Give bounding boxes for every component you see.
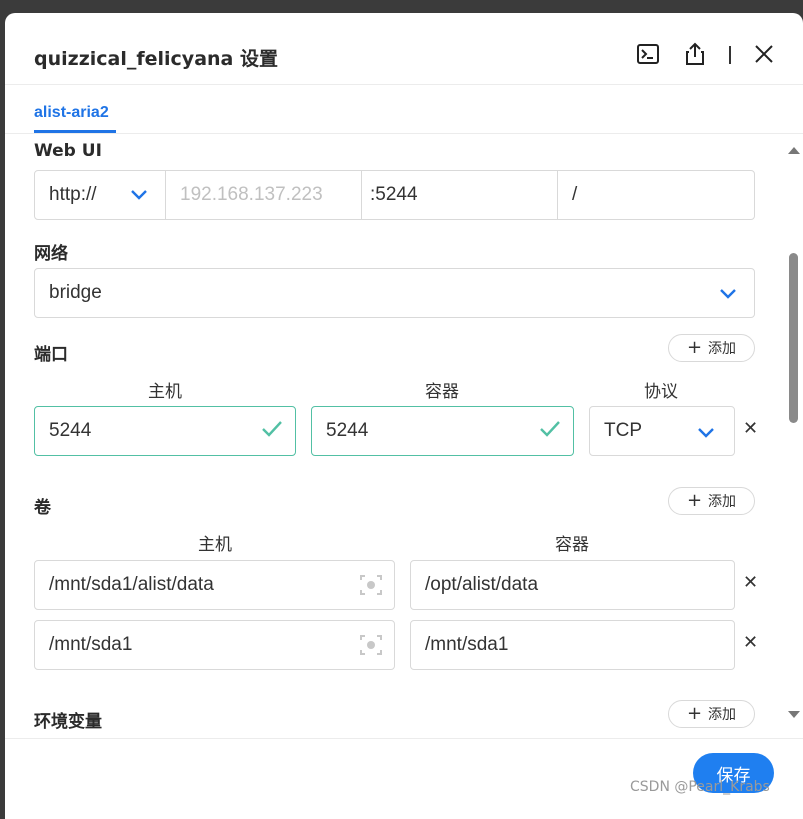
settings-content: Web UI http:// 192.168.137.223 :5244 / 网… — [5, 134, 803, 738]
scroll-up-icon[interactable] — [788, 146, 800, 154]
chevron-down-icon — [720, 289, 736, 299]
port-container-value: 5244 — [326, 420, 369, 441]
env-label: 环境变量 — [34, 712, 102, 732]
port-container-input[interactable]: 5244 — [311, 406, 574, 456]
host-input[interactable]: 192.168.137.223 — [166, 171, 362, 219]
network-label: 网络 — [34, 244, 68, 264]
volume-host-input[interactable]: /mnt/sda1/alist/data — [34, 560, 395, 610]
folder-picker-icon[interactable] — [359, 634, 383, 656]
scrollbar-thumb[interactable] — [789, 253, 798, 423]
share-icon[interactable] — [682, 41, 708, 67]
settings-dialog: quizzical_felicyana 设置 alist-aria2 Web U… — [5, 13, 803, 819]
add-env-label: 添加 — [708, 707, 737, 723]
protocol-value: http:// — [49, 184, 97, 205]
volume-host-value: /mnt/sda1/alist/data — [49, 574, 214, 595]
protocol-select[interactable]: http:// — [35, 171, 166, 219]
port-host-input[interactable]: 5244 — [34, 406, 296, 456]
volume-host-value: /mnt/sda1 — [49, 634, 133, 655]
port-container-header: 容器 — [425, 382, 459, 402]
watermark: CSDN @Pearl_Krabs — [630, 779, 770, 795]
volume-container-input[interactable]: /mnt/sda1 — [410, 620, 735, 670]
dialog-header: quizzical_felicyana 设置 — [5, 13, 803, 85]
tab-bar: alist-aria2 — [5, 85, 803, 134]
remove-volume-button[interactable]: ✕ — [743, 572, 758, 593]
plus-icon: + — [686, 337, 703, 358]
scroll-down-icon[interactable] — [788, 711, 800, 719]
network-select[interactable]: bridge — [34, 268, 755, 318]
add-port-label: 添加 — [708, 341, 737, 357]
path-input[interactable]: / — [558, 171, 754, 219]
chevron-down-icon — [698, 428, 714, 438]
add-volume-label: 添加 — [708, 494, 737, 510]
header-divider — [729, 46, 731, 64]
add-env-button[interactable]: + 添加 — [668, 700, 755, 728]
add-port-button[interactable]: + 添加 — [668, 334, 755, 362]
add-volume-button[interactable]: + 添加 — [668, 487, 755, 515]
network-value: bridge — [49, 282, 102, 303]
volume-host-header: 主机 — [198, 535, 232, 555]
host-placeholder: 192.168.137.223 — [180, 184, 323, 205]
port-protocol-select[interactable]: TCP — [589, 406, 735, 456]
ports-label: 端口 — [34, 345, 68, 365]
remove-port-button[interactable]: ✕ — [743, 418, 758, 439]
chevron-down-icon — [131, 190, 147, 200]
port-host-header: 主机 — [148, 382, 182, 402]
path-value: / — [572, 184, 578, 205]
tab-alist-aria2[interactable]: alist-aria2 — [34, 104, 109, 122]
volume-host-input[interactable]: /mnt/sda1 — [34, 620, 395, 670]
remove-volume-button[interactable]: ✕ — [743, 632, 758, 653]
plus-icon: + — [686, 703, 703, 724]
plus-icon: + — [686, 490, 703, 511]
port-protocol-header: 协议 — [644, 382, 678, 402]
port-protocol-value: TCP — [604, 420, 642, 441]
check-icon — [540, 421, 560, 437]
port-value: :5244 — [370, 184, 418, 205]
terminal-icon[interactable] — [635, 41, 661, 67]
scrollbar[interactable] — [784, 134, 803, 738]
volumes-label: 卷 — [34, 498, 51, 518]
volume-container-value: /opt/alist/data — [425, 574, 539, 595]
volume-container-input[interactable]: /opt/alist/data — [410, 560, 735, 610]
active-tab-indicator — [34, 130, 116, 133]
close-icon[interactable] — [751, 41, 777, 67]
port-host-value: 5244 — [49, 420, 92, 441]
port-input[interactable]: :5244 — [362, 171, 558, 219]
webui-field-group: http:// 192.168.137.223 :5244 / — [34, 170, 755, 220]
check-icon — [262, 421, 282, 437]
folder-picker-icon[interactable] — [359, 574, 383, 596]
webui-label: Web UI — [34, 141, 102, 161]
dialog-title: quizzical_felicyana 设置 — [34, 48, 278, 70]
volume-container-header: 容器 — [555, 535, 589, 555]
volume-container-value: /mnt/sda1 — [425, 634, 509, 655]
